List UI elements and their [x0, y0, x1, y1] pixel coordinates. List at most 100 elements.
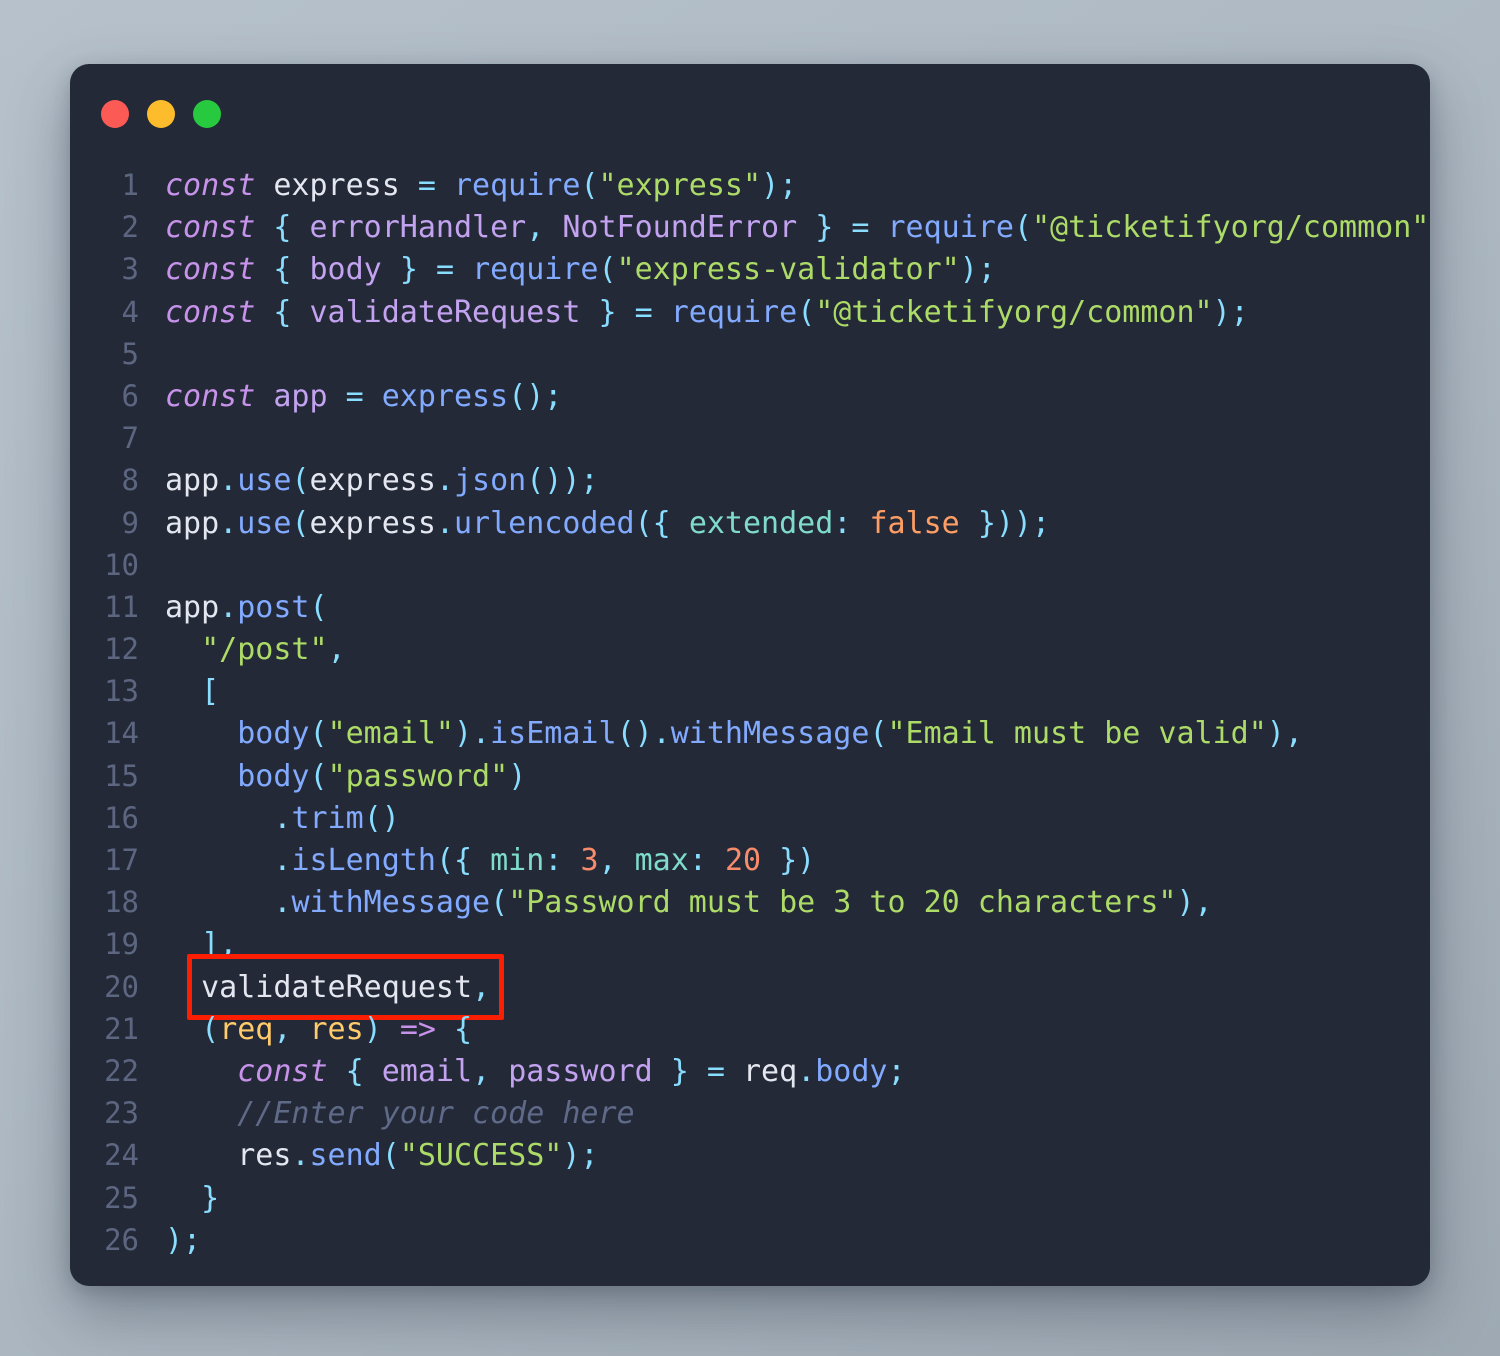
line-content: ); — [165, 1222, 202, 1258]
code-line: 12 "/post", — [70, 628, 1430, 670]
line-content: const { body } = require("express-valida… — [165, 252, 996, 288]
token-string: "Email must be valid" — [887, 716, 1267, 752]
line-content: //Enter your code here — [139, 1093, 634, 1135]
line-number: 5 — [121, 336, 139, 371]
window-titlebar — [70, 64, 1430, 164]
line-number: 16 — [104, 800, 139, 835]
code-line: 26 ); — [70, 1219, 1430, 1261]
code-line: 17 .isLength({ min: 3, max: 20 }) — [70, 839, 1430, 881]
line-number: 9 — [121, 505, 139, 540]
token-function: post — [237, 589, 310, 625]
code-line: 18 .withMessage("Password must be 3 to 2… — [70, 881, 1430, 923]
line-number: 6 — [121, 378, 139, 413]
token-boolean: false — [869, 505, 960, 541]
code-line: 7 — [70, 417, 1430, 459]
line-number: 25 — [104, 1180, 139, 1215]
code-line: 13 [ — [70, 670, 1430, 712]
token-string: "/post" — [201, 632, 328, 668]
line-number: 13 — [104, 674, 139, 709]
line-content: .withMessage("Password must be 3 to 20 c… — [273, 885, 1213, 921]
token-identifier: email — [381, 1053, 473, 1089]
token-string: "email" — [327, 716, 454, 752]
line-content: } — [201, 1180, 220, 1216]
token-function: isEmail — [490, 716, 617, 752]
line-content: (req, res) => { — [201, 1011, 473, 1047]
token-identifier: app — [273, 378, 328, 414]
token-identifier: password — [508, 1053, 653, 1089]
line-content: app.post( — [165, 589, 328, 625]
token-string: "Password must be 3 to 20 characters" — [508, 885, 1177, 921]
line-number: 15 — [104, 758, 139, 793]
token-function: send — [309, 1138, 382, 1174]
line-number: 4 — [121, 294, 139, 329]
line-content: const { email, password } = req.body; — [237, 1053, 906, 1089]
line-number: 24 — [104, 1138, 139, 1173]
token-object-key: min — [490, 843, 545, 878]
line-number: 23 — [104, 1096, 139, 1131]
code-line: 10 — [70, 544, 1430, 586]
line-content: "/post", — [201, 632, 346, 668]
token-function: withMessage — [670, 716, 870, 752]
token-number: 3 — [580, 843, 599, 878]
token-function: json — [454, 463, 527, 499]
line-content: ], — [201, 927, 238, 963]
token-identifier: express — [273, 168, 400, 203]
token-string: "@ticketifyorg/common" — [815, 294, 1213, 330]
line-number: 14 — [104, 716, 139, 751]
screenshot-root: 1 const express = require("express"); 2 … — [0, 0, 1500, 1356]
code-line: 16 .trim() — [70, 797, 1430, 839]
code-line: 4 const { validateRequest } = require("@… — [70, 291, 1430, 333]
token-property: body — [815, 1053, 888, 1089]
minimize-button[interactable] — [147, 100, 175, 128]
code-line: 6 const app = express(); — [70, 375, 1430, 417]
code-line: 15 body("password") — [70, 755, 1430, 797]
code-line: 23 //Enter your code here — [70, 1092, 1430, 1134]
line-number: 1 — [121, 168, 139, 202]
token-number: 20 — [724, 843, 762, 878]
line-content: res.send("SUCCESS"); — [237, 1138, 599, 1174]
line-number: 18 — [104, 885, 139, 920]
code-line: 24 res.send("SUCCESS"); — [70, 1134, 1430, 1176]
token-function: withMessage — [291, 885, 491, 921]
token-object-key: extended — [688, 505, 834, 541]
code-line: 1 const express = require("express"); — [70, 164, 1430, 206]
code-line: 20 validateRequest, — [70, 953, 1430, 1020]
token-string: "express-validator" — [616, 252, 960, 288]
line-content: const { errorHandler, NotFoundError } = … — [165, 210, 1430, 246]
code-line: 5 — [70, 333, 1430, 375]
line-number: 7 — [121, 421, 139, 456]
token-identifier: errorHandler — [309, 210, 527, 246]
token-parameter: req — [219, 1011, 274, 1047]
token-string: "express" — [598, 168, 762, 203]
line-content: [ — [201, 674, 220, 710]
token-function: trim — [291, 800, 364, 836]
line-number: 10 — [104, 547, 139, 582]
token-function: body — [237, 716, 310, 752]
line-content: validateRequest, — [139, 953, 505, 1020]
code-line: 14 body("email").isEmail().withMessage("… — [70, 712, 1430, 754]
token-string: "@ticketifyorg/common" — [1032, 210, 1430, 246]
line-number: 2 — [121, 210, 139, 245]
code-line: 2 const { errorHandler, NotFoundError } … — [70, 206, 1430, 248]
line-content: .trim() — [273, 800, 400, 836]
close-button[interactable] — [101, 100, 129, 128]
code-content[interactable]: 1 const express = require("express"); 2 … — [70, 164, 1430, 1286]
code-line: 21 (req, res) => { — [70, 1008, 1430, 1050]
code-line: 19 ], — [70, 923, 1430, 965]
line-content: body("password") — [237, 758, 527, 794]
line-number: 20 — [104, 969, 139, 1004]
token-identifier: validateRequest — [201, 969, 473, 1005]
token-string: "SUCCESS" — [399, 1138, 563, 1174]
line-content: .isLength({ min: 3, max: 20 }) — [273, 843, 816, 878]
line-number: 17 — [104, 843, 139, 877]
line-number: 12 — [104, 632, 139, 667]
maximize-button[interactable] — [193, 100, 221, 128]
token-function: isLength — [291, 843, 436, 878]
line-number: 19 — [104, 927, 139, 962]
code-line: 3 const { body } = require("express-vali… — [70, 248, 1430, 290]
token-keyword: const — [165, 168, 256, 203]
code-line: 9 app.use(express.urlencoded({ extended:… — [70, 502, 1430, 544]
line-number: 3 — [121, 252, 139, 287]
highlighted-code-region: validateRequest, — [187, 953, 505, 1020]
line-number: 8 — [121, 463, 139, 498]
